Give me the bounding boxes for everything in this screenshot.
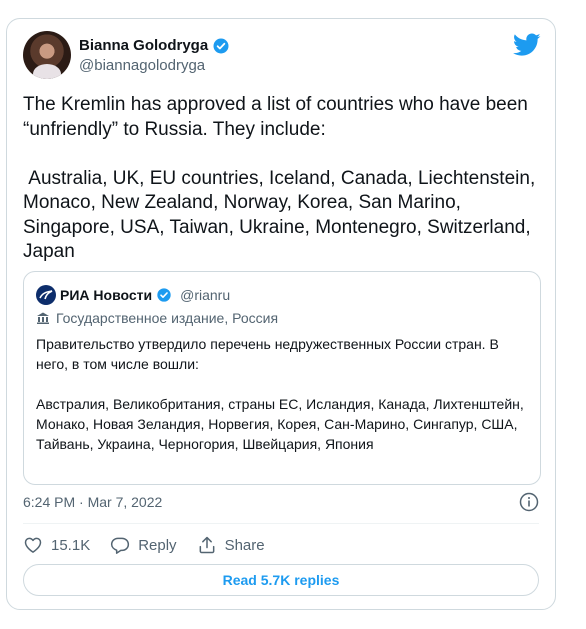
state-media-label[interactable]: Государственное издание, Россия bbox=[36, 310, 278, 326]
action-bar: 15.1K Reply Share bbox=[23, 535, 285, 555]
twitter-bird-icon[interactable] bbox=[513, 33, 541, 57]
author-handle[interactable]: @biannagolodryga bbox=[79, 57, 205, 75]
speech-bubble-icon bbox=[111, 537, 130, 554]
share-label: Share bbox=[224, 536, 265, 554]
verified-badge-icon bbox=[213, 38, 229, 54]
author-name-row[interactable]: Bianna Golodryga bbox=[79, 37, 230, 55]
quoted-text: Правительство утвердило перечень недруже… bbox=[36, 336, 524, 452]
tweet-card: Bianna Golodryga @biannagolodryga The Kr… bbox=[6, 18, 556, 610]
read-replies-button[interactable]: Read 5.7K replies bbox=[23, 564, 539, 596]
reply-button[interactable]: Reply bbox=[110, 535, 177, 555]
tweet-timestamp[interactable]: 6:24 PM · Mar 7, 2022 bbox=[23, 494, 162, 510]
ria-logo-icon bbox=[36, 285, 56, 305]
quoted-author-name: РИА Новости bbox=[60, 287, 153, 303]
government-building-icon bbox=[37, 312, 49, 324]
info-icon[interactable] bbox=[519, 492, 539, 512]
like-count: 15.1K bbox=[51, 536, 91, 554]
author-avatar[interactable] bbox=[23, 31, 71, 79]
like-button[interactable]: 15.1K bbox=[23, 535, 90, 555]
reply-label: Reply bbox=[138, 536, 177, 554]
quoted-tweet[interactable]: РИА Новости @rianru Государственное изда… bbox=[23, 271, 541, 485]
verified-badge-icon bbox=[157, 288, 171, 302]
share-button[interactable]: Share bbox=[197, 535, 265, 555]
quoted-author-handle: @rianru bbox=[180, 287, 231, 303]
author-name[interactable]: Bianna Golodryga bbox=[79, 37, 208, 55]
quoted-header: РИА Новости @rianru bbox=[36, 285, 230, 305]
state-media-label-text[interactable]: Государственное издание, Россия bbox=[56, 310, 278, 326]
tweet-text: The Kremlin has approved a list of count… bbox=[23, 94, 536, 262]
share-arrow-icon bbox=[199, 536, 214, 554]
divider bbox=[23, 523, 539, 524]
heart-icon bbox=[24, 537, 42, 553]
